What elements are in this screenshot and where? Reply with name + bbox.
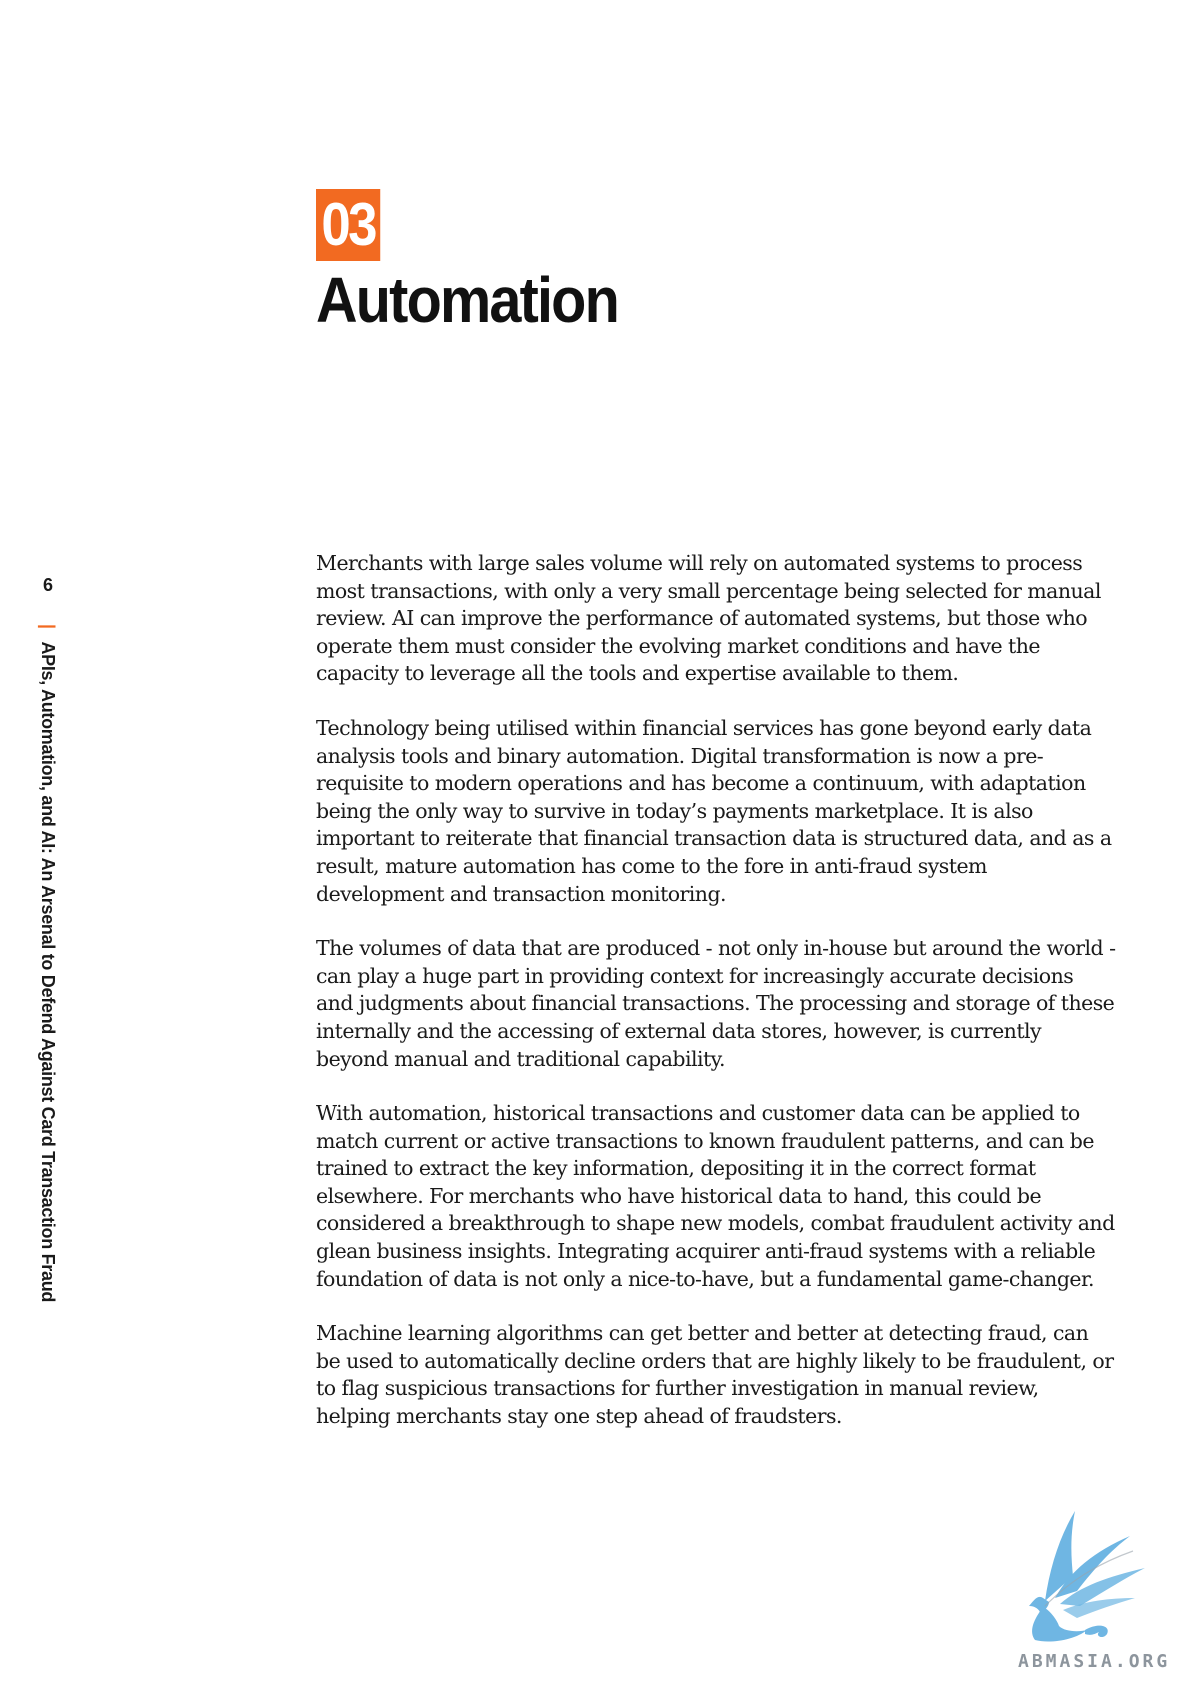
- running-title: | APIs, Automation, and AI: An Arsenal t…: [36, 624, 60, 1302]
- section-title: Automation: [316, 264, 620, 336]
- watermark-text: ABMASIA.ORG: [1018, 1651, 1171, 1672]
- section-number-badge: 03: [316, 189, 381, 261]
- page-sidebar: 6 | APIs, Automation, and AI: An Arsenal…: [36, 574, 60, 1302]
- paragraph-2: Technology being utilised within financi…: [316, 715, 1112, 906]
- paragraph-4: With automation, historical transactions…: [316, 1101, 1115, 1291]
- running-title-divider: |: [38, 624, 58, 629]
- body-text: Merchants with large sales volume will r…: [316, 550, 1116, 1458]
- paragraph-1: Merchants with large sales volume will r…: [316, 551, 1101, 686]
- paragraph-3: The volumes of data that are produced - …: [316, 936, 1116, 1071]
- griffin-icon: [1029, 1511, 1145, 1642]
- page-number: 6: [42, 575, 53, 595]
- running-title-text: APIs, Automation, and AI: An Arsenal to …: [38, 641, 58, 1303]
- paragraph-5: Machine learning algorithms can get bett…: [316, 1321, 1114, 1429]
- watermark-logo: ABMASIA.ORG: [1010, 1506, 1185, 1674]
